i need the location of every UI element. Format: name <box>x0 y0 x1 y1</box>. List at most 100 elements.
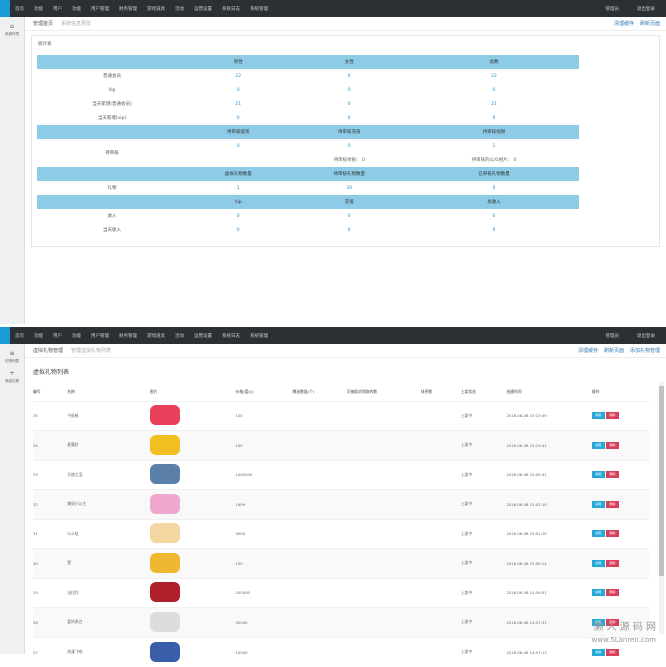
table-cell: 待审核提现 <box>186 125 290 139</box>
gift-name: 天使之泪 <box>67 459 150 490</box>
table-row: Vip 充值 总收入 <box>37 195 579 209</box>
refresh-link[interactable]: 刷新页面 <box>640 20 660 27</box>
gift-image <box>149 405 180 426</box>
breadcrumb: 虚拟礼物管理 管理虚拟礼物列表 清理缓存 刷新页面 添加礼物管理 <box>25 344 666 358</box>
created-time: 2016-06-08 14:57:31 <box>506 607 592 637</box>
column-header: 创建时间 <box>506 389 522 395</box>
edit-button[interactable]: 编辑 <box>591 589 605 597</box>
gift-image <box>149 641 180 662</box>
watermark: 懒 人 源 码 网 www.5Lanren.com <box>592 622 656 646</box>
edit-button[interactable]: 编辑 <box>591 441 605 449</box>
watermark-url: www.5Lanren.com <box>591 636 656 644</box>
table-cell: 0 <box>347 143 351 149</box>
clear-cache-link[interactable]: 清理缓存 <box>578 347 598 354</box>
stats-table: 男性 女性 总数 普通会员 22 0 22 Vip 0 0 0 当天新增(普通会员) 21 0 21 当天新增… <box>37 55 579 237</box>
delete-button[interactable]: 删除 <box>605 530 619 538</box>
nav-item[interactable]: 首页 <box>10 333 29 339</box>
column-header: 编号 <box>33 389 41 395</box>
table-cell: 0 <box>492 87 496 93</box>
refresh-link[interactable]: 刷新页面 <box>604 347 624 354</box>
nav-item[interactable]: 功能 <box>67 333 86 339</box>
scrollbar[interactable] <box>659 382 664 634</box>
nav-item[interactable]: 系统日志 <box>217 333 245 339</box>
status-badge: 上架中 <box>460 548 507 578</box>
nav-item[interactable]: 财务管理 <box>114 333 142 339</box>
nav-item[interactable]: 游戏道具 <box>142 6 170 12</box>
box-title: 统计表 <box>38 42 52 47</box>
nav-item[interactable]: 用户管理 <box>86 333 114 339</box>
stats-box: 统计表 男性 女性 总数 普通会员 22 0 22 Vip 0 0 0 当天新增(普通会员) 21 0 21… <box>31 35 660 247</box>
gift-price: 100 <box>235 400 293 431</box>
status-badge: 上架中 <box>460 459 507 490</box>
edit-button[interactable]: 编辑 <box>591 412 605 420</box>
nav-item[interactable]: 用户 <box>48 333 67 339</box>
nav-item[interactable]: 用户管理 <box>86 6 114 12</box>
edit-button[interactable]: 编辑 <box>591 471 605 479</box>
nav-item[interactable]: 游戏道具 <box>142 333 170 339</box>
edit-button[interactable]: 编辑 <box>591 530 605 538</box>
table-cell <box>37 55 187 69</box>
user-menu[interactable]: 管理员 <box>601 333 625 339</box>
table-row: 31 么么哒 5000 上架中 2016-06-08 15:01:20 编辑 删除 <box>33 518 649 549</box>
table-row: 当天收入 0 0 0 <box>37 223 579 237</box>
table-cell: 0 <box>492 227 496 233</box>
edit-button[interactable]: 编辑 <box>591 500 605 508</box>
nav-item[interactable]: 系统管理 <box>245 6 273 12</box>
nav-item[interactable]: 运营设置 <box>189 333 217 339</box>
table-cell: 虚拟礼物数量 <box>186 167 290 181</box>
sidebar-item-gift-list[interactable]: ≡ 礼物列表 <box>0 344 24 364</box>
clear-cache-link[interactable]: 清理缓存 <box>614 20 634 27</box>
delete-button[interactable]: 删除 <box>605 500 619 508</box>
sidebar-item-add-gift[interactable]: + 添加礼物 <box>0 364 24 384</box>
table-cell: 0 <box>492 115 496 121</box>
delete-button[interactable]: 删除 <box>605 471 619 479</box>
delete-button[interactable]: 删除 <box>605 648 619 656</box>
nav-item[interactable]: 活动 <box>170 6 189 12</box>
table-cell: 总数 <box>408 55 579 69</box>
column-header: 操作 <box>591 389 600 395</box>
brand-logo <box>0 0 10 17</box>
nav-item[interactable]: 功能 <box>29 333 48 339</box>
logout-link[interactable]: 退出登录 <box>632 333 660 339</box>
delete-button[interactable]: 删除 <box>605 412 619 420</box>
delete-button[interactable]: 删除 <box>605 441 619 449</box>
table-cell: 0 <box>492 213 496 219</box>
add-gift-link[interactable]: 添加礼物管理 <box>630 347 660 354</box>
edit-button[interactable]: 编辑 <box>591 559 605 567</box>
nav-item[interactable]: 财务管理 <box>114 6 142 12</box>
nav-item[interactable]: 功能 <box>67 6 86 12</box>
user-menu[interactable]: 管理员 <box>601 6 625 12</box>
table-cell: 女性 <box>289 55 409 69</box>
table-header-row: 编号 名称 图片 价格(爱心) 赠送数量(个) 可被取消领取的数 排序数 上架状态 创建时间 操作 <box>33 384 649 401</box>
table-row: 29 法拉利 200000 上架中 2016-06-08 14:59:51 编辑 删除 <box>33 577 649 608</box>
nav-item[interactable]: 功能 <box>29 6 48 12</box>
table-row: Vip 0 0 0 <box>37 83 579 97</box>
scrollbar-thumb[interactable] <box>659 386 664 576</box>
gift-price: 50000 <box>235 607 293 637</box>
table-row: 27 浪漫飞吻 10000 上架中 2016-06-08 14:57:13 编辑 删除 <box>33 636 649 667</box>
table-cell: 0 <box>347 115 351 121</box>
column-header: 上架状态 <box>460 389 476 395</box>
nav-item[interactable]: 系统管理 <box>245 333 273 339</box>
status-badge: 上架中 <box>460 518 507 549</box>
nav-item[interactable]: 首页 <box>10 6 29 12</box>
table-cell: 普通会员 <box>102 74 121 79</box>
delete-button[interactable]: 删除 <box>605 589 619 597</box>
gift-name: 美丽小公主 <box>67 489 150 519</box>
sidebar-item-system[interactable]: ⌂ 系统环境 <box>0 17 24 37</box>
delete-button[interactable]: 删除 <box>605 559 619 567</box>
gift-price: 200000 <box>235 577 293 608</box>
nav-item[interactable]: 活动 <box>170 333 189 339</box>
gift-price: 5000 <box>235 518 293 549</box>
table-cell: 30 <box>346 185 353 191</box>
gift-image <box>149 464 180 485</box>
nav-item[interactable]: 用户 <box>48 6 67 12</box>
breadcrumb: 管理首页 系统信息预览 清理缓存 刷新页面 <box>25 17 666 31</box>
nav-item[interactable]: 系统日志 <box>217 6 245 12</box>
edit-button[interactable]: 编辑 <box>591 648 605 656</box>
top-navbar: 首页 功能 用户 功能 用户管理 财务管理 游戏道具 活动 运营设置 系统日志 系统管理 管理员 退出登… <box>0 327 666 344</box>
gift-id: 33 <box>33 459 68 490</box>
nav-item[interactable]: 运营设置 <box>189 6 217 12</box>
gift-price: 10000 <box>235 636 293 667</box>
logout-link[interactable]: 退出登录 <box>632 6 660 12</box>
